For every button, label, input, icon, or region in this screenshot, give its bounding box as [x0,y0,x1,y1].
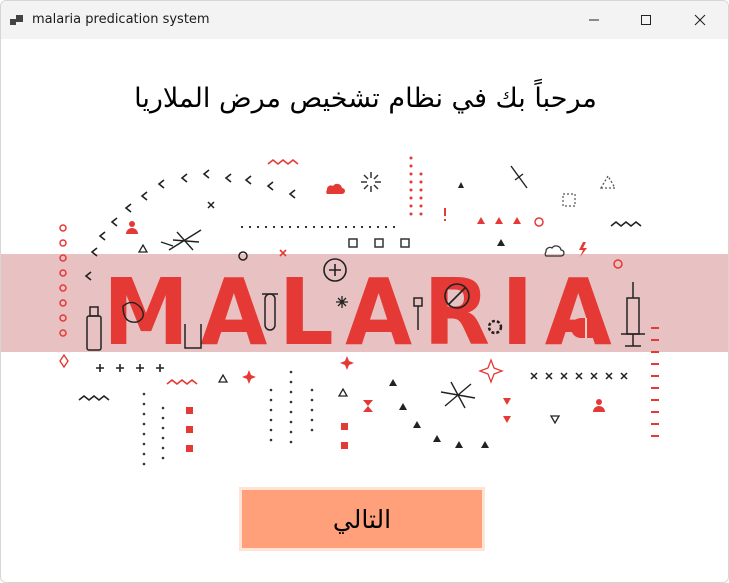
square-row [348,238,410,248]
mosquito-icon [160,229,202,251]
pill-icon [571,318,601,338]
red-dot-column [409,156,423,216]
banner-word: MALARIA [103,259,623,366]
dotted-square-icon [562,193,576,207]
maximize-button[interactable] [623,1,669,39]
welcome-heading: مرحباً بك في نظام تشخيص مرض الملاريا [134,83,597,114]
minimize-icon [589,19,599,21]
app-window-icon [10,15,23,25]
window-title: malaria predication system [32,12,210,27]
malaria-illustration: MALARIA [1,156,728,466]
close-button[interactable] [677,1,723,39]
app-window: malaria predication system مرحباً بك في … [0,0,729,583]
maximize-icon [641,15,651,25]
next-button[interactable]: التالي [239,487,485,551]
exclamation-icon [444,208,446,221]
dot-columns [142,370,314,466]
hourglass-icon [363,400,373,412]
sparkle-icon [59,353,69,369]
mosquito-icon [510,165,528,189]
close-icon [694,14,706,26]
title-bar[interactable]: malaria predication system [1,1,728,39]
mosquito-icon [440,381,476,409]
cloud-icon [326,183,345,194]
minimize-button[interactable] [571,1,617,39]
virus-icon [361,172,381,192]
red-square-column [186,407,348,452]
